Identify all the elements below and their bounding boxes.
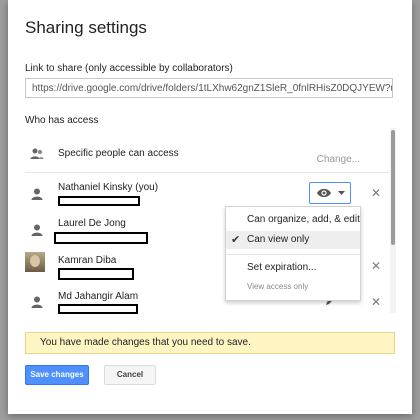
permission-menu: Can organize, add, & edit ✔ Can view onl… — [225, 206, 361, 301]
person-icon — [31, 296, 43, 308]
menu-item-label: Can view only — [247, 234, 310, 245]
general-access-label: Specific people can access — [58, 148, 179, 159]
redacted-email — [58, 304, 138, 314]
unsaved-changes-notice: You have made changes that you need to s… — [25, 332, 395, 354]
dialog-title: Sharing settings — [25, 18, 147, 37]
redacted-email — [58, 268, 134, 280]
save-changes-button[interactable]: Save changes — [25, 365, 89, 385]
general-access-row: Specific people can access Change... — [25, 140, 390, 172]
menu-item-can-edit[interactable]: Can organize, add, & edit — [226, 211, 360, 229]
redacted-email — [54, 232, 148, 244]
scrollbar-thumb[interactable] — [391, 130, 395, 245]
menu-divider — [226, 254, 360, 255]
redacted-email — [58, 196, 140, 206]
cancel-button[interactable]: Cancel — [104, 365, 156, 385]
remove-person-icon[interactable]: ✕ — [370, 259, 382, 273]
remove-person-icon[interactable]: ✕ — [370, 186, 382, 200]
sharing-settings-dialog: Sharing settings Link to share (only acc… — [8, 0, 412, 414]
check-icon: ✔ — [231, 234, 241, 246]
person-name: Nathaniel Kinsky (you) — [58, 182, 159, 193]
view-access-note: View access only — [247, 282, 309, 291]
menu-item-set-expiration[interactable]: Set expiration... — [226, 259, 360, 277]
menu-item-label: Set expiration... — [247, 262, 317, 273]
person-icon — [31, 188, 43, 200]
person-name: Md Jahangir Alam — [58, 291, 139, 302]
person-name: Kamran Diba — [58, 255, 117, 266]
people-icon — [30, 148, 44, 159]
eye-icon — [317, 188, 331, 198]
chevron-down-icon — [338, 191, 345, 195]
menu-item-can-view[interactable]: ✔ Can view only — [226, 231, 360, 249]
divider — [25, 172, 390, 173]
change-access-link[interactable]: Change... — [317, 154, 360, 165]
person-name: Laurel De Jong — [58, 218, 126, 229]
remove-person-icon[interactable]: ✕ — [370, 295, 382, 309]
who-has-access-label: Who has access — [25, 115, 99, 126]
avatar-photo — [25, 252, 45, 272]
permission-dropdown-button[interactable] — [309, 182, 351, 204]
share-link-field[interactable]: https://drive.google.com/drive/folders/1… — [25, 78, 393, 98]
link-label: Link to share (only accessible by collab… — [25, 63, 233, 74]
person-icon — [31, 224, 43, 236]
menu-item-label: Can organize, add, & edit — [247, 214, 360, 225]
